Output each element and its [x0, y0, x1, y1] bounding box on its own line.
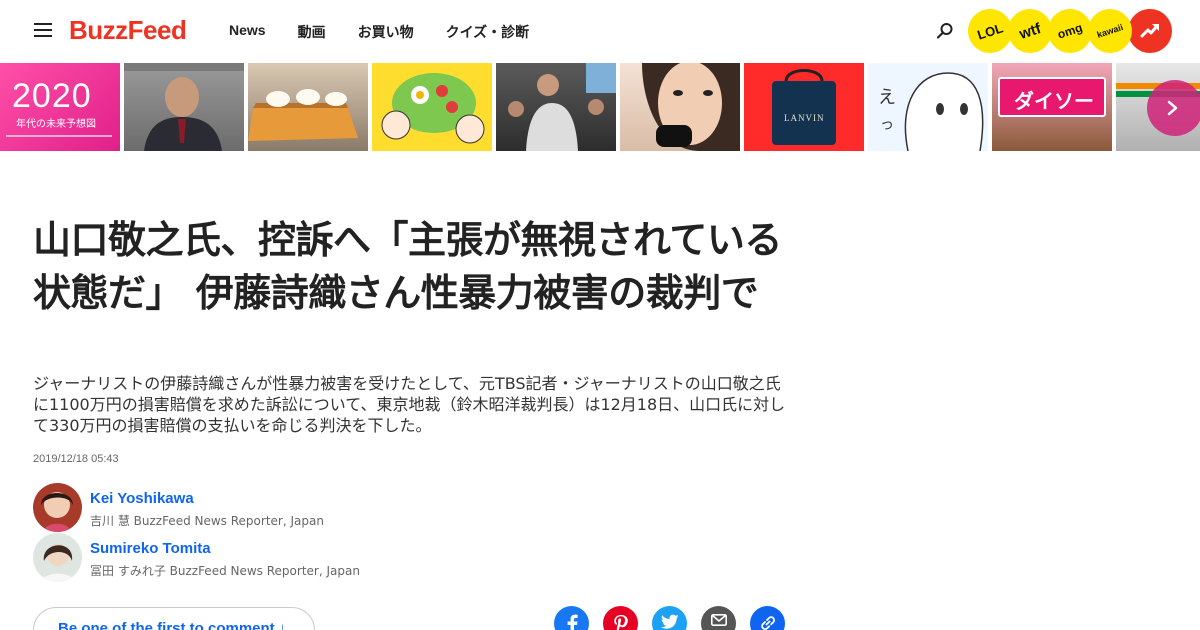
- share-facebook-button[interactable]: [554, 606, 589, 630]
- comment-button-label: Be one of the first to comment ↓: [58, 620, 287, 630]
- author-avatar-1-image: [33, 483, 82, 532]
- author-avatar-2[interactable]: [33, 533, 82, 582]
- buzzfeed-logo[interactable]: BuzzFeed: [69, 15, 187, 46]
- author-name-2[interactable]: Sumireko Tomita: [90, 540, 211, 557]
- thumb-manga-girl[interactable]: え っ: [868, 63, 988, 151]
- reaction-badges: LOL wtf omg kawaii: [962, 3, 1172, 59]
- thumb-press-conference-man[interactable]: [124, 63, 244, 151]
- twitter-icon: [660, 614, 678, 629]
- thumb-nail-drawing: [642, 63, 740, 151]
- thumb-2020-future[interactable]: 2020 年代の未来予想図: [0, 63, 120, 151]
- thumb-daiso-label: ダイソー: [1014, 89, 1094, 113]
- author-byline-1: Kei Yoshikawa 吉川 慧 BuzzFeed News Reporte…: [33, 483, 433, 533]
- thumb-salad-drawing: [381, 73, 485, 144]
- search-icon[interactable]: [936, 22, 954, 40]
- author-role-1: 吉川 慧 BuzzFeed News Reporter, Japan: [90, 514, 324, 528]
- article-lede: ジャーナリストの伊藤詩織さんが性暴力被害を受けたとして、元TBS記者・ジャーナリ…: [33, 374, 786, 435]
- thumb-2020-title: 2020: [12, 77, 92, 115]
- share-link-button[interactable]: [750, 606, 785, 630]
- article-timestamp: 2019/12/18 05:43: [33, 453, 119, 465]
- article-title: 山口敬之氏、控訴へ「主張が無視されている状態だ」 伊藤詩織さん性暴力被害の裁判で: [33, 218, 782, 315]
- email-icon: [710, 614, 727, 626]
- thumb-bag-drawing: [772, 69, 836, 145]
- main-nav: News 動画 お買い物 クイズ・診断: [229, 22, 529, 42]
- featured-thumbnail-strip: 2020 年代の未来予想図 LANVIN え っ ダイソー: [0, 63, 1200, 151]
- thumb-salad-illustration[interactable]: [372, 63, 492, 151]
- thumb-protest-crowd[interactable]: [496, 63, 616, 151]
- author-name-1[interactable]: Kei Yoshikawa: [90, 490, 194, 507]
- facebook-icon: [567, 614, 578, 630]
- link-icon: [760, 616, 775, 630]
- thumb-manga-drawing: え っ: [878, 72, 984, 151]
- share-twitter-button[interactable]: [652, 606, 687, 630]
- author-byline-2: Sumireko Tomita 冨田 すみれ子 BuzzFeed News Re…: [33, 533, 433, 583]
- thumb-lanvin-label: LANVIN: [784, 113, 825, 123]
- site-header: BuzzFeed News 動画 お買い物 クイズ・診断 LOL wtf omg…: [0, 0, 1200, 62]
- strip-next-button[interactable]: [1147, 80, 1200, 136]
- author-role-2: 冨田 すみれ子 BuzzFeed News Reporter, Japan: [90, 564, 360, 578]
- thumb-pie-illustration: [248, 89, 358, 141]
- thumb-pumpkin-pie[interactable]: [248, 63, 368, 151]
- thumb-daiso-store[interactable]: ダイソー: [992, 63, 1112, 151]
- trending-arrow-icon: [1140, 24, 1159, 38]
- thumb-man-illustration: [124, 63, 244, 151]
- badge-kawaii[interactable]: kawaii: [1082, 3, 1138, 59]
- share-email-button[interactable]: [701, 606, 736, 630]
- comment-button[interactable]: Be one of the first to comment ↓: [33, 607, 315, 630]
- author-avatar-1[interactable]: [33, 483, 82, 532]
- nav-item-quiz[interactable]: クイズ・診断: [446, 22, 530, 42]
- share-pinterest-button[interactable]: [603, 606, 638, 630]
- thumb-nail-art[interactable]: [620, 63, 740, 151]
- nav-item-video[interactable]: 動画: [298, 22, 326, 42]
- pinterest-icon: [613, 615, 628, 630]
- hamburger-menu-icon[interactable]: [34, 23, 52, 39]
- svg-text:っ: っ: [880, 117, 894, 133]
- thumb-lanvin-bag[interactable]: LANVIN: [744, 63, 864, 151]
- thumb-crowd-drawing: [508, 63, 616, 151]
- thumb-2020-footer: [6, 135, 112, 137]
- author-avatar-2-image: [33, 533, 82, 582]
- nav-item-shopping[interactable]: お買い物: [358, 22, 414, 42]
- nav-item-news[interactable]: News: [229, 22, 266, 42]
- chevron-right-icon: [1167, 100, 1178, 116]
- thumb-2020-subtitle: 年代の未来予想図: [16, 119, 96, 130]
- svg-text:え: え: [878, 87, 896, 108]
- trending-badge[interactable]: [1128, 9, 1172, 53]
